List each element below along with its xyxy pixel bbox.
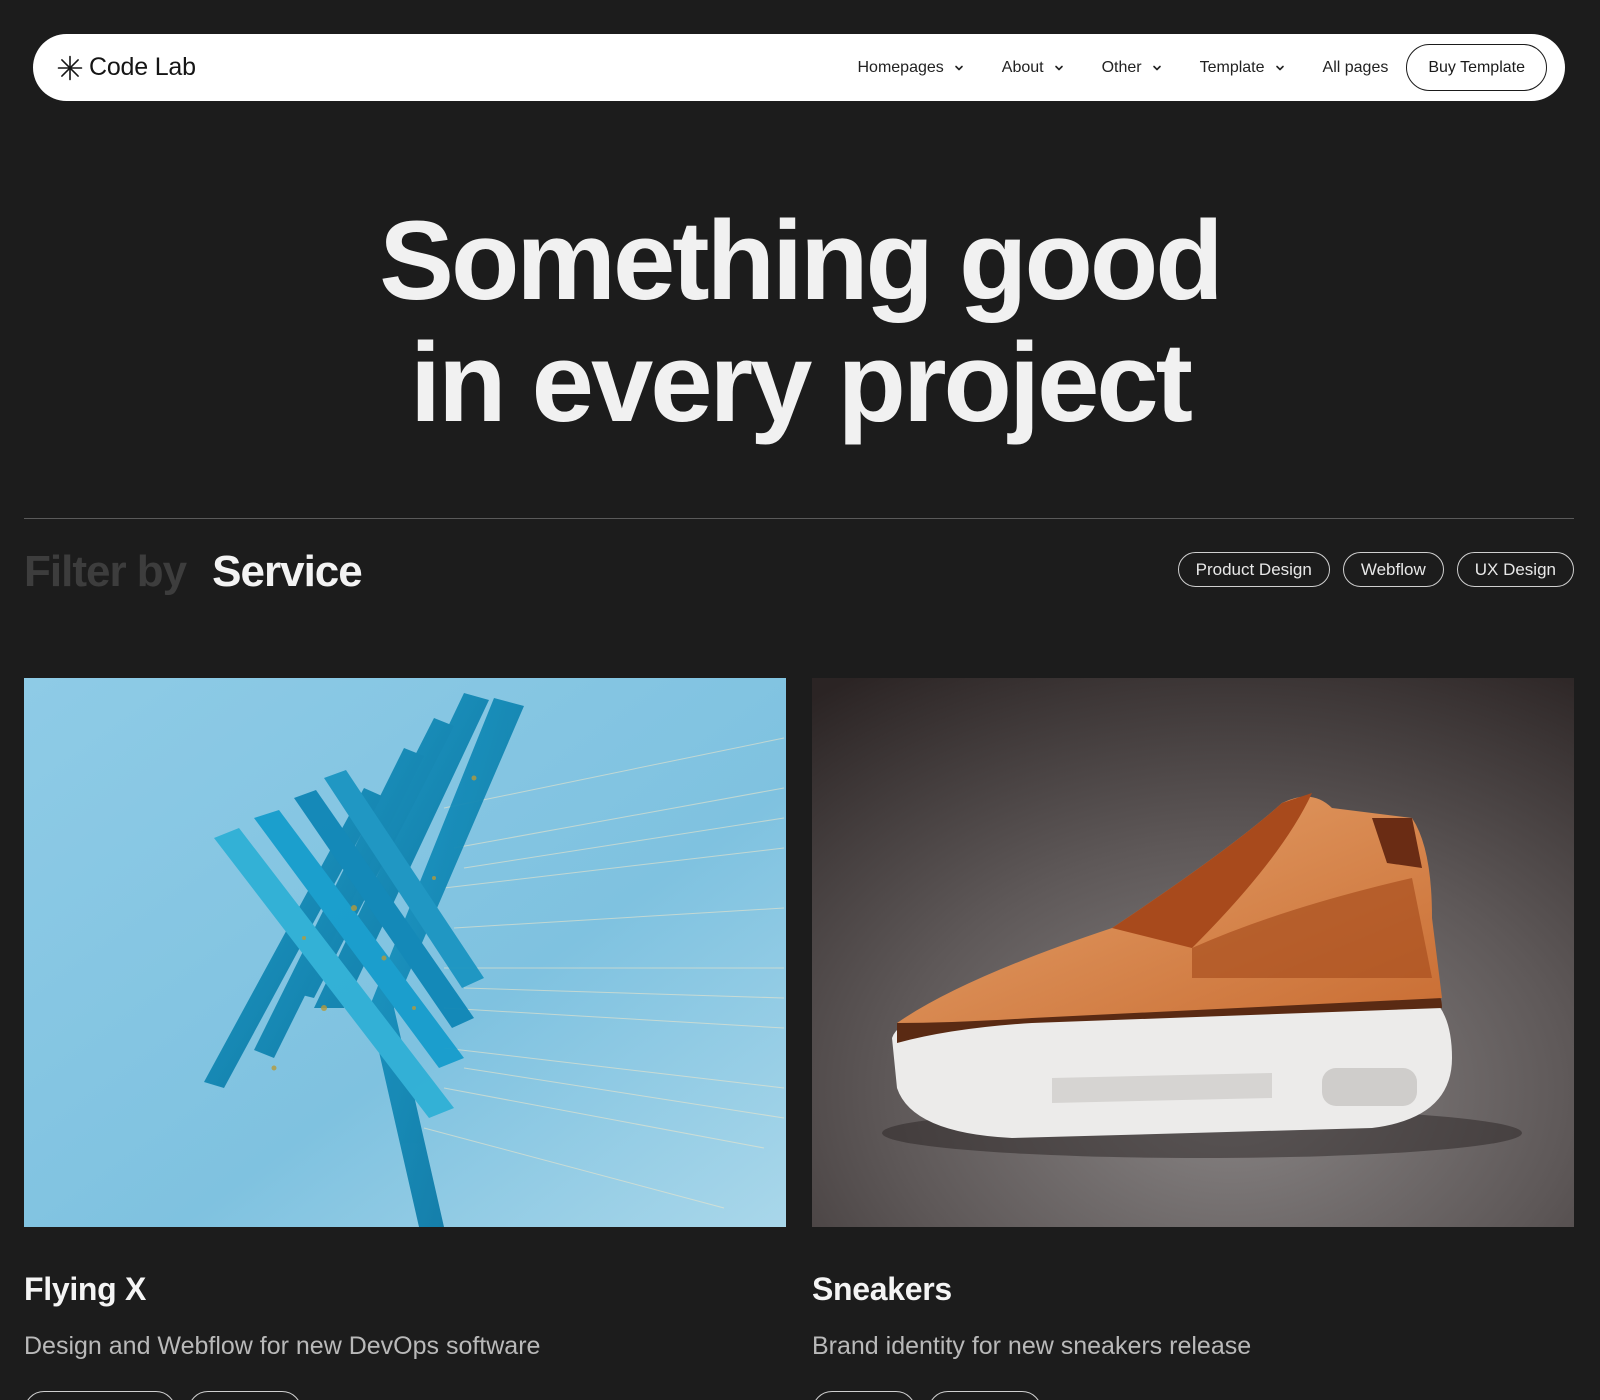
- menu-item-label: Other: [1101, 58, 1142, 76]
- buy-template-button[interactable]: Buy Template: [1406, 44, 1547, 91]
- asterisk-icon: [57, 55, 83, 81]
- top-navbar: Code Lab Homepages About Other Template …: [33, 34, 1565, 101]
- project-image-sneakers[interactable]: [812, 678, 1574, 1227]
- menu-item-other[interactable]: Other: [1102, 59, 1162, 77]
- menu-item-template[interactable]: Template: [1200, 59, 1285, 77]
- chevron-down-icon: [1152, 63, 1162, 73]
- page: Code Lab Homepages About Other Template …: [0, 0, 1600, 1400]
- project-title[interactable]: Flying X: [24, 1271, 786, 1308]
- project-tag[interactable]: [812, 1391, 916, 1400]
- filter-prefix: Filter by: [24, 547, 187, 596]
- filter-chips: Product Design Webflow UX Design: [1177, 552, 1574, 587]
- project-tags: [812, 1391, 1042, 1400]
- menu-item-all-pages[interactable]: All pages: [1323, 59, 1389, 77]
- menu-item-homepages[interactable]: Homepages: [857, 59, 963, 77]
- menu-item-label: About: [1001, 58, 1044, 76]
- section-divider: [24, 518, 1574, 519]
- menu-item-about[interactable]: About: [1002, 59, 1064, 77]
- project-tag[interactable]: [188, 1391, 302, 1400]
- project-description: Design and Webflow for new DevOps softwa…: [24, 1332, 541, 1360]
- hero-line-1: Something good: [379, 198, 1223, 323]
- project-description: Brand identity for new sneakers release: [812, 1332, 1252, 1360]
- menu-item-label: Template: [1199, 58, 1265, 76]
- menu-item-label: All pages: [1322, 58, 1389, 76]
- chevron-down-icon: [1054, 63, 1064, 73]
- menu-item-label: Homepages: [857, 58, 944, 76]
- main-menu: Homepages About Other Template All pages…: [819, 44, 1547, 91]
- filter-chip-product-design[interactable]: Product Design: [1177, 552, 1330, 587]
- chevron-down-icon: [954, 63, 964, 73]
- filter-chip-webflow[interactable]: Webflow: [1342, 552, 1444, 587]
- filter-current-value[interactable]: Service: [212, 547, 363, 597]
- filter-heading: Filter by Service: [24, 547, 363, 597]
- project-card-flying-x[interactable]: Flying X Design and Webflow for new DevO…: [24, 678, 786, 1400]
- project-image-flying-x[interactable]: [24, 678, 786, 1227]
- filter-chip-ux-design[interactable]: UX Design: [1456, 552, 1574, 587]
- hero-line-2: in every project: [410, 320, 1193, 445]
- chevron-down-icon: [1275, 63, 1285, 73]
- brand-name: Code Lab: [89, 53, 196, 81]
- hero-heading: Something good in every project: [0, 200, 1600, 444]
- project-tag[interactable]: [928, 1391, 1042, 1400]
- project-card-sneakers[interactable]: Sneakers Brand identity for new sneakers…: [812, 678, 1574, 1400]
- brand-logo[interactable]: Code Lab: [57, 53, 196, 82]
- project-title[interactable]: Sneakers: [812, 1271, 1574, 1308]
- project-tag[interactable]: [24, 1391, 176, 1400]
- project-tags: [24, 1391, 302, 1400]
